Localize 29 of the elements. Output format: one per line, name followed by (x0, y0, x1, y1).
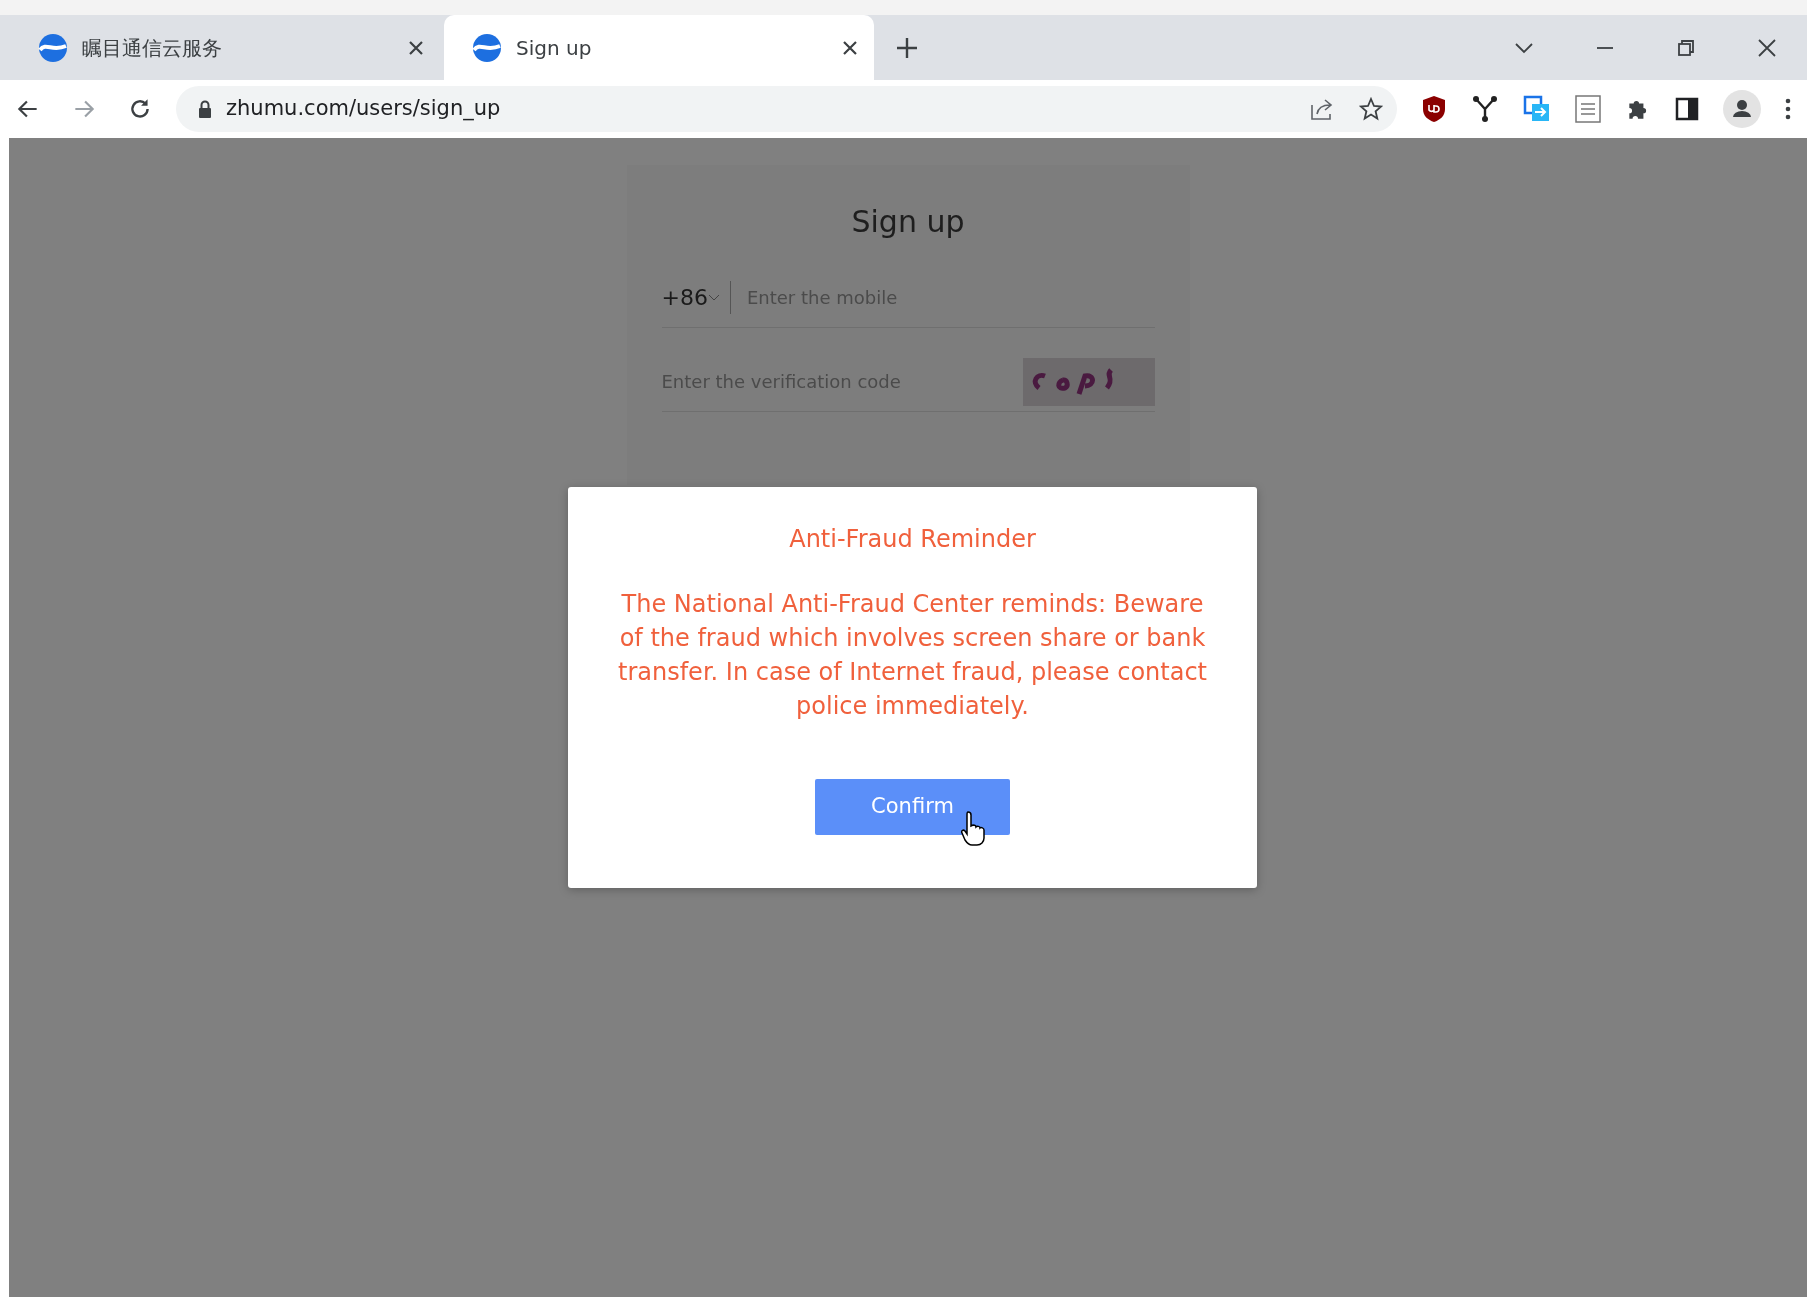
dialog-title: Anti-Fraud Reminder (788, 524, 1037, 555)
tab-title: 瞩目通信云服务 (82, 34, 223, 62)
url-text: zhumu.com/users/sign_up (226, 95, 501, 123)
copy-arrow-icon[interactable] (1523, 95, 1551, 123)
address-bar[interactable]: zhumu.com/users/sign_up (176, 86, 1397, 132)
signup-title: Sign up (850, 203, 966, 241)
star-icon[interactable] (1359, 97, 1383, 121)
hand-pointer-icon (961, 810, 987, 846)
new-tab-icon[interactable] (896, 36, 918, 59)
close-icon[interactable] (1755, 36, 1778, 59)
country-code-select[interactable]: +86 (661, 281, 731, 314)
browser-tab[interactable]: Sign up (444, 15, 874, 80)
shield-icon[interactable] (1421, 95, 1447, 123)
browser-tab[interactable]: 瞩目通信云服务 (10, 15, 440, 80)
lock-icon (198, 100, 212, 118)
chevron-down-icon (707, 293, 720, 302)
wave-logo-icon (38, 32, 68, 63)
menu-icon[interactable] (1785, 97, 1791, 121)
tab-title: Sign up (516, 34, 593, 62)
branch-icon[interactable] (1471, 95, 1499, 123)
confirm-button[interactable]: Confirm (815, 779, 1010, 835)
share-icon[interactable] (1309, 97, 1335, 121)
profile-avatar-icon[interactable] (1723, 90, 1761, 128)
close-icon[interactable] (842, 39, 858, 56)
side-panel-icon[interactable] (1675, 97, 1699, 121)
wave-logo-icon (472, 32, 502, 63)
document-icon[interactable] (1575, 95, 1601, 123)
close-icon[interactable] (408, 39, 424, 56)
dialog-message: The National Anti-Fraud Center reminds: Beware of the fraud which involves screen share or bank transfer. In case of Internet fraud, please contact police immediately. (616, 589, 1209, 722)
